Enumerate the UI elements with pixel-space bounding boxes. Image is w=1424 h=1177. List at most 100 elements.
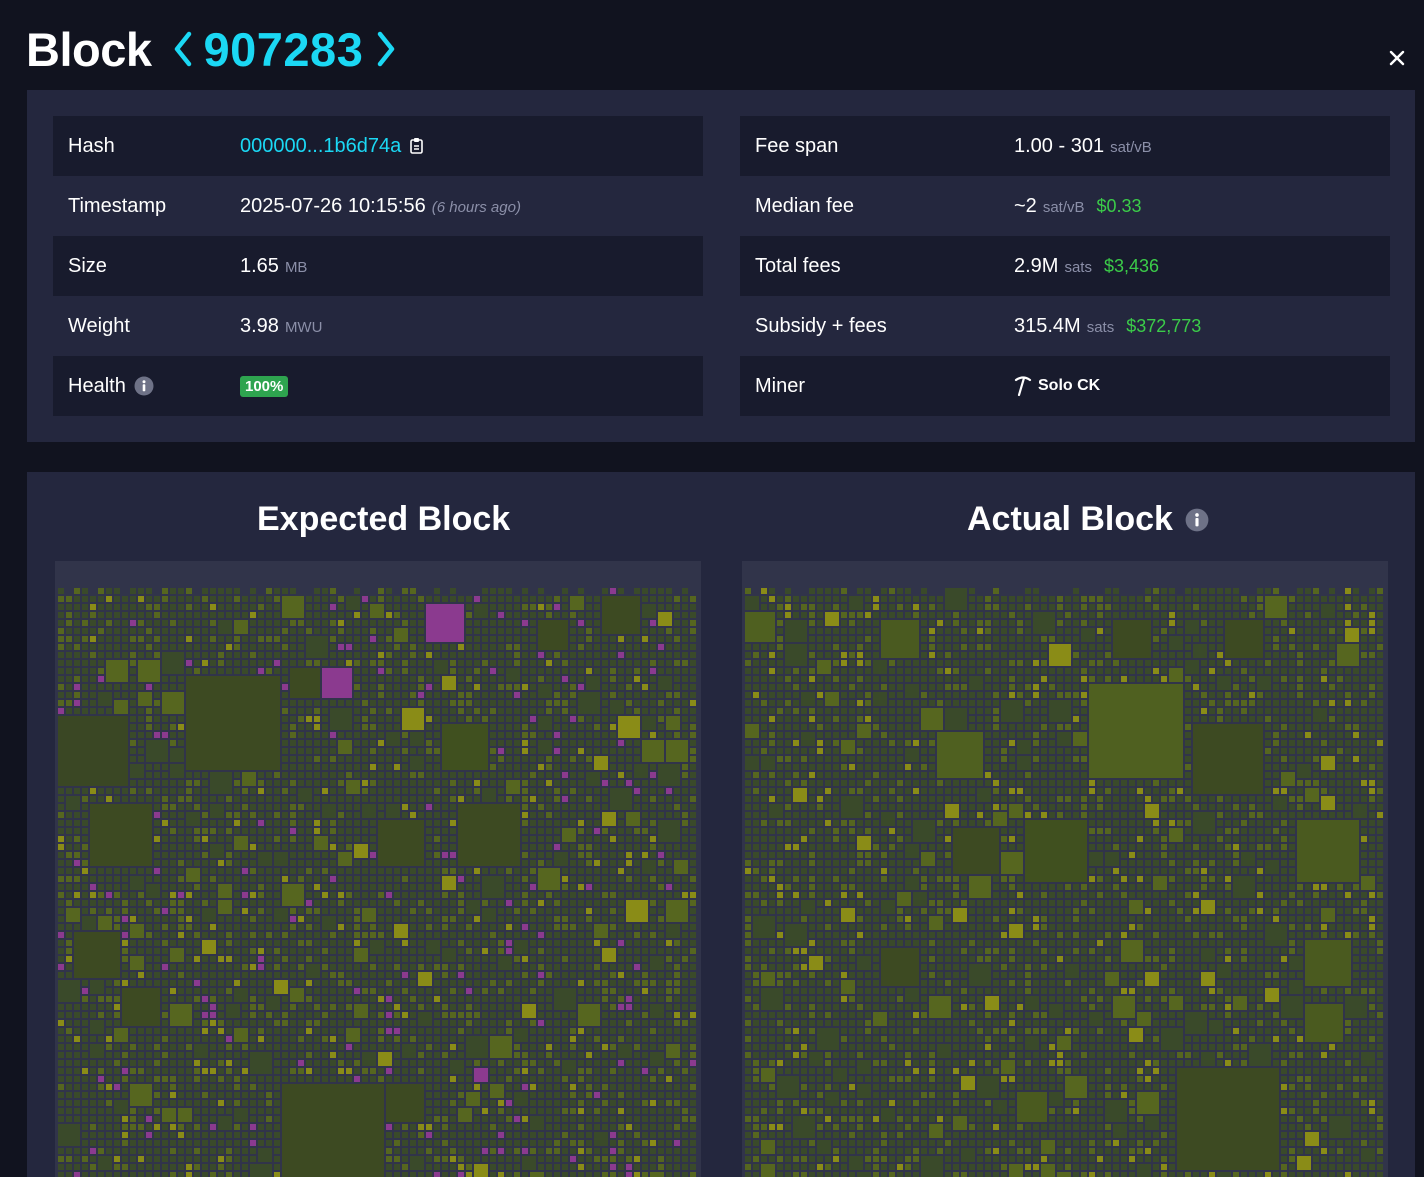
tx-square [530, 932, 536, 938]
expected-block-tx-grid[interactable] [55, 561, 701, 1177]
tx-square [634, 1060, 640, 1066]
tx-square [458, 980, 464, 986]
tx-square [1065, 596, 1071, 602]
tx-square [282, 1068, 288, 1074]
tx-square [434, 1164, 440, 1170]
tx-square [130, 660, 136, 666]
tx-square [586, 956, 592, 962]
tx-square [250, 1076, 256, 1082]
tx-square [562, 1164, 568, 1170]
tx-square [66, 1108, 72, 1114]
tx-square [130, 684, 136, 690]
tx-square [266, 900, 272, 906]
tx-square [146, 1076, 152, 1082]
tx-square [682, 724, 688, 730]
tx-square [410, 700, 416, 706]
tx-square [538, 1004, 544, 1010]
tx-square [98, 1092, 104, 1098]
tx-square [442, 652, 448, 658]
tx-square [210, 1140, 216, 1146]
tx-square [218, 588, 224, 594]
tx-square [346, 940, 352, 946]
block-hash-link[interactable]: 000000...1b6d74a [240, 135, 401, 158]
tx-square [202, 596, 208, 602]
miner-link[interactable]: Solo CK [1014, 375, 1100, 397]
tx-square [114, 884, 120, 890]
tx-square [290, 732, 296, 738]
tx-square [314, 700, 320, 706]
tx-square [538, 1028, 544, 1034]
tx-square [186, 1092, 192, 1098]
tx-square [674, 796, 680, 802]
tx-square [58, 1076, 64, 1082]
tx-square [977, 1076, 999, 1098]
tx-square [538, 588, 544, 594]
tx-square [666, 588, 672, 594]
tx-square [538, 804, 544, 810]
tx-square [546, 668, 552, 674]
tx-square [634, 948, 640, 954]
tx-square [410, 748, 416, 754]
tx-square [610, 836, 616, 842]
tx-square [298, 764, 304, 770]
tx-square [514, 684, 520, 690]
tx-square [578, 612, 584, 618]
tx-square [146, 780, 152, 786]
tx-square [490, 724, 496, 730]
tx-square [234, 804, 240, 810]
actual-block-visualization[interactable] [742, 561, 1388, 1177]
tx-square [234, 1124, 240, 1130]
tx-square [82, 1004, 88, 1010]
tx-square [106, 988, 112, 994]
tx-square [290, 860, 296, 866]
tx-square [210, 876, 216, 882]
tx-square [346, 876, 352, 882]
next-block-chevron-icon[interactable] [369, 24, 403, 74]
tx-square [298, 932, 304, 938]
tx-square [178, 892, 184, 898]
tx-square [314, 756, 320, 762]
tx-square [130, 724, 136, 730]
info-icon[interactable] [1185, 508, 1209, 532]
tx-square [522, 596, 528, 602]
tx-square [602, 852, 608, 858]
tx-square [250, 852, 256, 858]
expected-block-visualization[interactable] [55, 561, 701, 1177]
tx-square [602, 884, 608, 890]
close-icon[interactable] [1386, 47, 1408, 69]
tx-square [114, 1132, 120, 1138]
tx-square [594, 956, 600, 962]
tx-square [1217, 964, 1231, 978]
tx-square [82, 1108, 88, 1114]
tx-square [378, 900, 384, 906]
tx-square [450, 820, 456, 826]
tx-square [969, 964, 991, 986]
tx-square [282, 996, 288, 1002]
tx-square [330, 828, 336, 834]
tx-square [594, 628, 600, 634]
row-value: 315.4M sats $372,773 [1014, 315, 1201, 338]
previous-block-chevron-icon[interactable] [166, 24, 200, 74]
info-icon[interactable] [134, 376, 154, 396]
tx-square [538, 1100, 544, 1106]
tx-square [74, 700, 80, 706]
tx-square [594, 788, 600, 794]
tx-square [282, 588, 288, 594]
tx-square [186, 1124, 192, 1130]
actual-block-tx-grid[interactable] [742, 561, 1388, 1177]
tx-square [314, 588, 320, 594]
tx-square [634, 996, 640, 1002]
tx-square [146, 900, 152, 906]
tx-square [234, 956, 240, 962]
tx-square [498, 900, 504, 906]
copy-icon[interactable] [409, 137, 425, 154]
tx-square [594, 652, 600, 658]
tx-square [242, 596, 248, 602]
tx-square [186, 1068, 192, 1074]
tx-square [202, 852, 208, 858]
tx-square [474, 1156, 480, 1162]
tx-square [194, 652, 200, 658]
tx-square [490, 652, 496, 658]
tx-square [634, 788, 640, 794]
tx-square [618, 956, 624, 962]
